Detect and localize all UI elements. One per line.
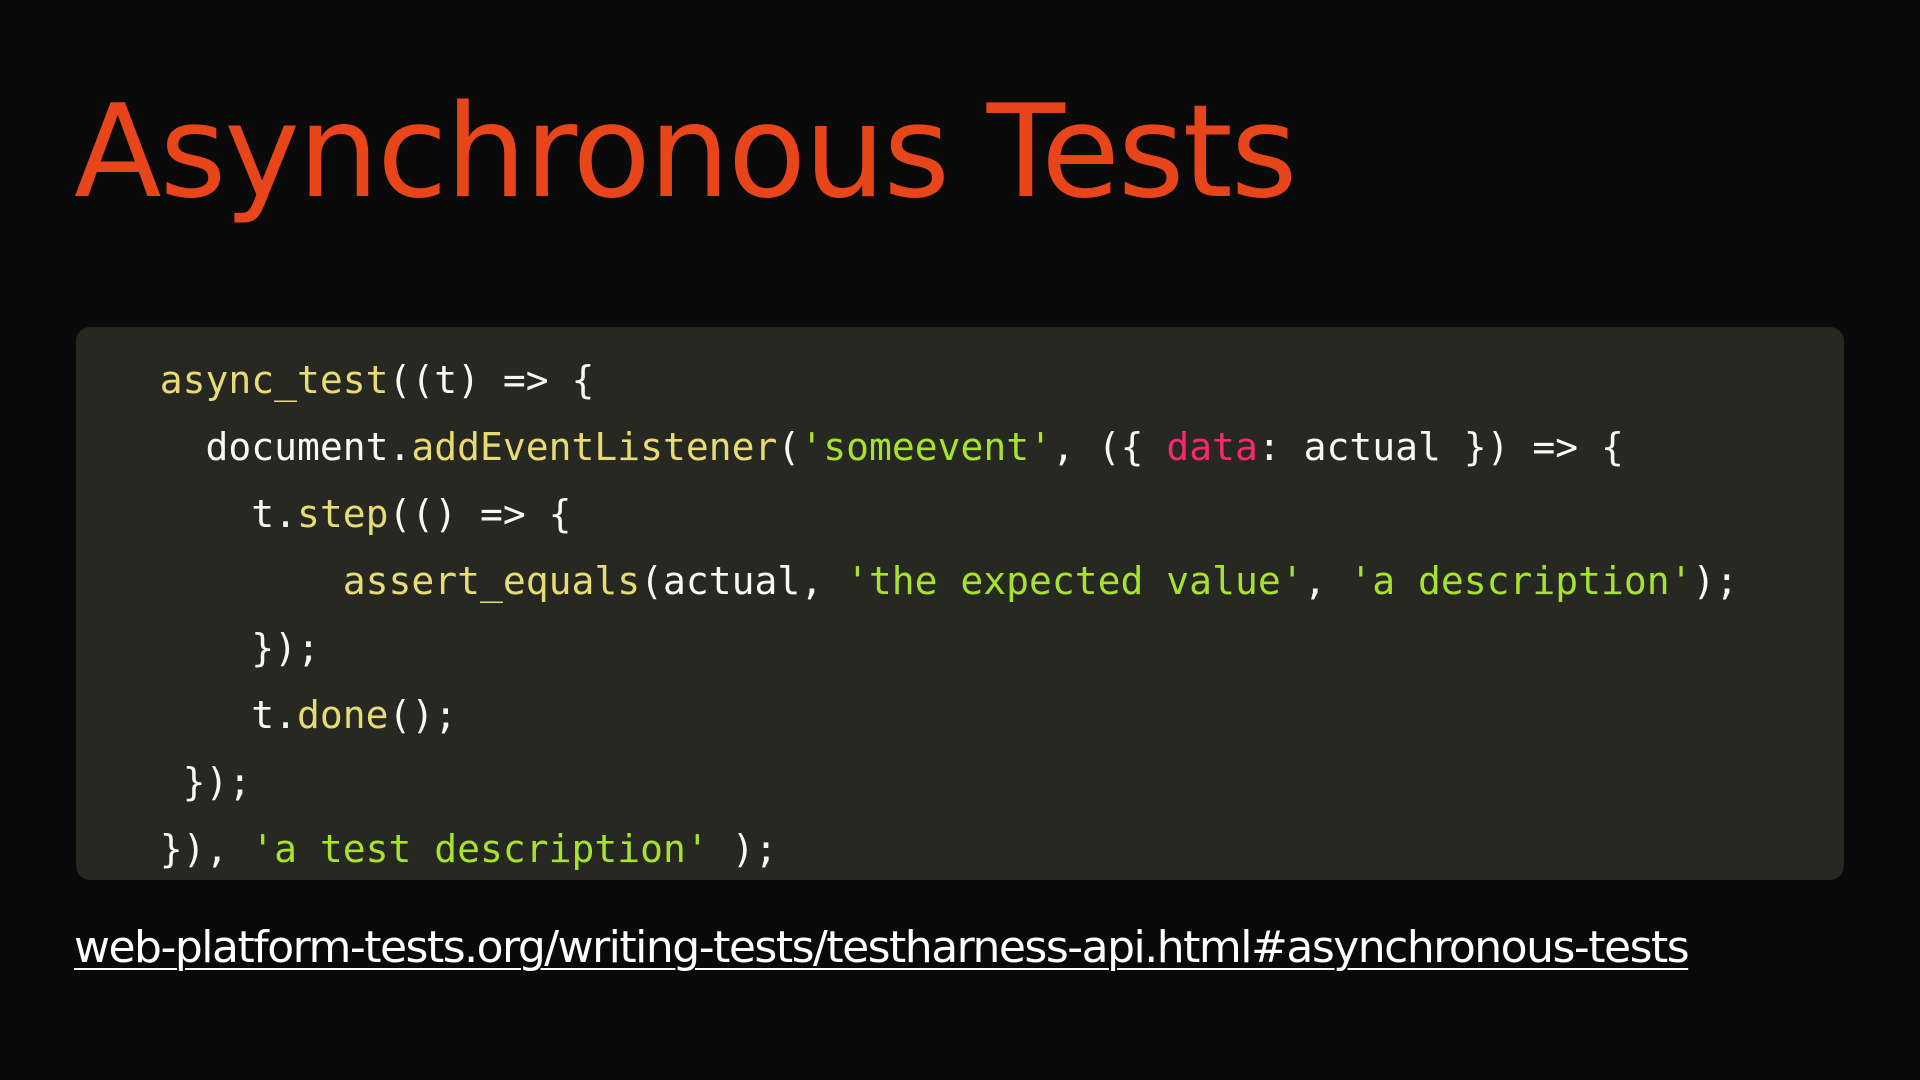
code-string-token: 'someevent' xyxy=(800,425,1052,469)
code-text-token: : actual }) => { xyxy=(1257,425,1624,469)
code-string-token: 'a test description' xyxy=(251,827,709,871)
code-keyword-token: data xyxy=(1166,425,1258,469)
code-text-token: (); xyxy=(388,693,458,737)
code-string-token: 'the expected value' xyxy=(846,559,1304,603)
code-line: }), 'a test description' ); xyxy=(76,816,1844,883)
code-function-token: addEventListener xyxy=(411,425,778,469)
code-text-token: }); xyxy=(251,626,320,670)
slide-title: Asynchronous Tests xyxy=(74,78,1297,227)
code-text-token: document. xyxy=(205,425,412,469)
code-line: }); xyxy=(76,749,1844,816)
code-block: async_test((t) => { document.addEventLis… xyxy=(76,327,1844,880)
code-line: document.addEventListener('someevent', (… xyxy=(76,414,1844,481)
code-function-token: async_test xyxy=(159,358,389,402)
code-text-token: }), xyxy=(159,827,252,871)
code-text-token: t. xyxy=(251,492,297,536)
source-link[interactable]: web-platform-tests.org/writing-tests/tes… xyxy=(74,918,1690,978)
code-text-token: (() => { xyxy=(388,492,572,536)
code-text-token: , xyxy=(1303,559,1350,603)
code-line: t.done(); xyxy=(76,682,1844,749)
code-text-token: ( xyxy=(777,425,801,469)
code-text-token: , ({ xyxy=(1051,425,1167,469)
code-text-token: ); xyxy=(708,827,778,871)
code-line: t.step(() => { xyxy=(76,481,1844,548)
code-string-token: 'a description' xyxy=(1349,559,1693,603)
code-line: assert_equals(actual, 'the expected valu… xyxy=(76,548,1844,615)
code-function-token: assert_equals xyxy=(342,559,641,603)
code-line: async_test((t) => { xyxy=(76,347,1844,414)
code-text-token: t. xyxy=(251,693,297,737)
code-line: }); xyxy=(76,615,1844,682)
code-function-token: step xyxy=(296,492,389,536)
code-text-token: (actual, xyxy=(640,559,847,603)
code-function-token: done xyxy=(296,693,389,737)
code-text-token: }); xyxy=(182,760,252,804)
code-text-token: ); xyxy=(1692,559,1739,603)
code-text-token: ((t) => { xyxy=(388,358,595,402)
